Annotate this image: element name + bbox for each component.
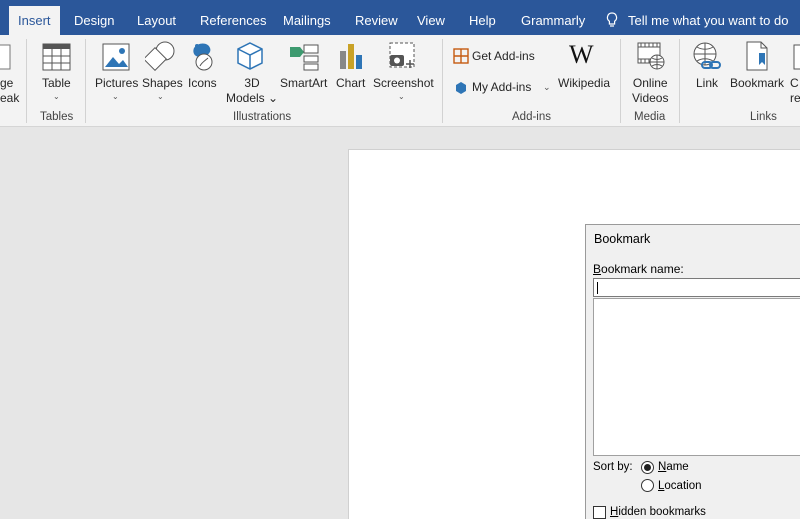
sort-by-label: Sort by: — [593, 461, 633, 473]
bookmark-icon — [746, 41, 768, 71]
icons-icon — [193, 43, 213, 71]
get-addins-label: Get Add-ins — [472, 49, 535, 63]
bookmark-name-label: Bookmark name: — [593, 262, 684, 276]
group-label-tables: Tables — [40, 111, 74, 123]
my-addins-label: My Add-ins — [472, 80, 532, 94]
link-label: Link — [696, 76, 719, 90]
link-globe-icon — [693, 42, 721, 69]
icons-label: Icons — [188, 76, 217, 90]
bookmark-list[interactable] — [593, 298, 800, 456]
tab-layout[interactable]: Layout — [128, 6, 185, 35]
chevron-down-icon: ⌄ — [543, 82, 551, 92]
radio-selected-dot — [644, 464, 651, 471]
dialog-title: Bookmark — [594, 232, 651, 246]
lightbulb-icon — [606, 12, 618, 27]
pictures-icon — [102, 43, 130, 71]
screenshot-label: Screenshot — [373, 76, 434, 90]
chevron-down-icon: ⌄ — [398, 92, 405, 101]
smartart-label: SmartArt — [280, 76, 328, 90]
shapes-icon — [145, 41, 175, 71]
tab-insert[interactable]: Insert — [9, 6, 60, 35]
smartart-icon — [290, 44, 319, 71]
wikipedia-label: Wikipedia — [558, 76, 611, 90]
tab-review[interactable]: Review — [346, 6, 407, 35]
shapes-label: Shapes — [142, 76, 183, 90]
tab-mailings[interactable]: Mailings — [274, 6, 340, 35]
bookmark-label: Bookmark — [730, 76, 785, 90]
bookmark-name-input[interactable] — [593, 278, 800, 297]
ribbon-tab-bar: Insert Design Layout References Mailings… — [0, 0, 800, 35]
chevron-down-icon: ⌄ — [112, 92, 119, 101]
online-videos-label: Online Videos — [632, 76, 669, 105]
tab-design[interactable]: Design — [65, 6, 123, 35]
online-video-icon — [637, 42, 665, 70]
ribbon: ge eak Table ⌄ Tables Pictures ⌄ Shapes ⌄ — [0, 35, 800, 127]
sort-by-name-label: Name — [658, 461, 689, 473]
tell-me-search[interactable]: Tell me what you want to do — [606, 6, 788, 35]
group-separator — [620, 39, 621, 123]
page-break-icon — [0, 44, 11, 70]
chevron-down-icon: ⌄ — [53, 92, 60, 101]
group-separator — [679, 39, 680, 123]
group-separator — [442, 39, 443, 123]
chart-icon — [340, 44, 362, 69]
group-separator — [85, 39, 86, 123]
tab-references[interactable]: References — [191, 6, 275, 35]
hidden-bookmarks-checkbox[interactable] — [593, 506, 606, 519]
hidden-bookmarks-label: Hidden bookmarks — [610, 506, 706, 518]
wikipedia-w-icon: W — [569, 40, 594, 69]
table-label: Table — [42, 76, 71, 90]
my-addins-icon — [456, 82, 466, 94]
table-icon — [42, 43, 71, 71]
store-icon — [453, 48, 469, 64]
group-label-links: Links — [750, 111, 777, 123]
group-separator — [26, 39, 27, 123]
tab-grammarly[interactable]: Grammarly — [512, 6, 594, 35]
3d-models-label: 3D Models ⌄ — [226, 76, 279, 105]
screenshot-icon — [389, 42, 415, 68]
tab-help[interactable]: Help — [460, 6, 505, 35]
bookmark-dialog: Bookmark Bookmark name: Sort by: Name Lo… — [585, 224, 800, 519]
group-label-addins: Add-ins — [512, 111, 551, 123]
cross-reference-icon — [793, 44, 800, 70]
group-label-media: Media — [634, 111, 666, 123]
text-caret — [597, 282, 598, 294]
page-break-label: ge eak — [0, 76, 20, 105]
group-label-illustrations: Illustrations — [233, 111, 292, 123]
cube-3d-icon — [237, 42, 263, 70]
chart-label: Chart — [336, 76, 366, 90]
chevron-down-icon: ⌄ — [157, 92, 164, 101]
tell-me-text: Tell me what you want to do — [628, 13, 789, 28]
sort-by-location-label: Location — [658, 480, 702, 492]
pictures-label: Pictures — [95, 76, 139, 90]
cross-reference-label: Cre — [790, 76, 800, 105]
tab-view[interactable]: View — [408, 6, 454, 35]
sort-by-location-radio[interactable] — [641, 479, 654, 492]
sort-by-name-radio[interactable] — [641, 461, 654, 474]
